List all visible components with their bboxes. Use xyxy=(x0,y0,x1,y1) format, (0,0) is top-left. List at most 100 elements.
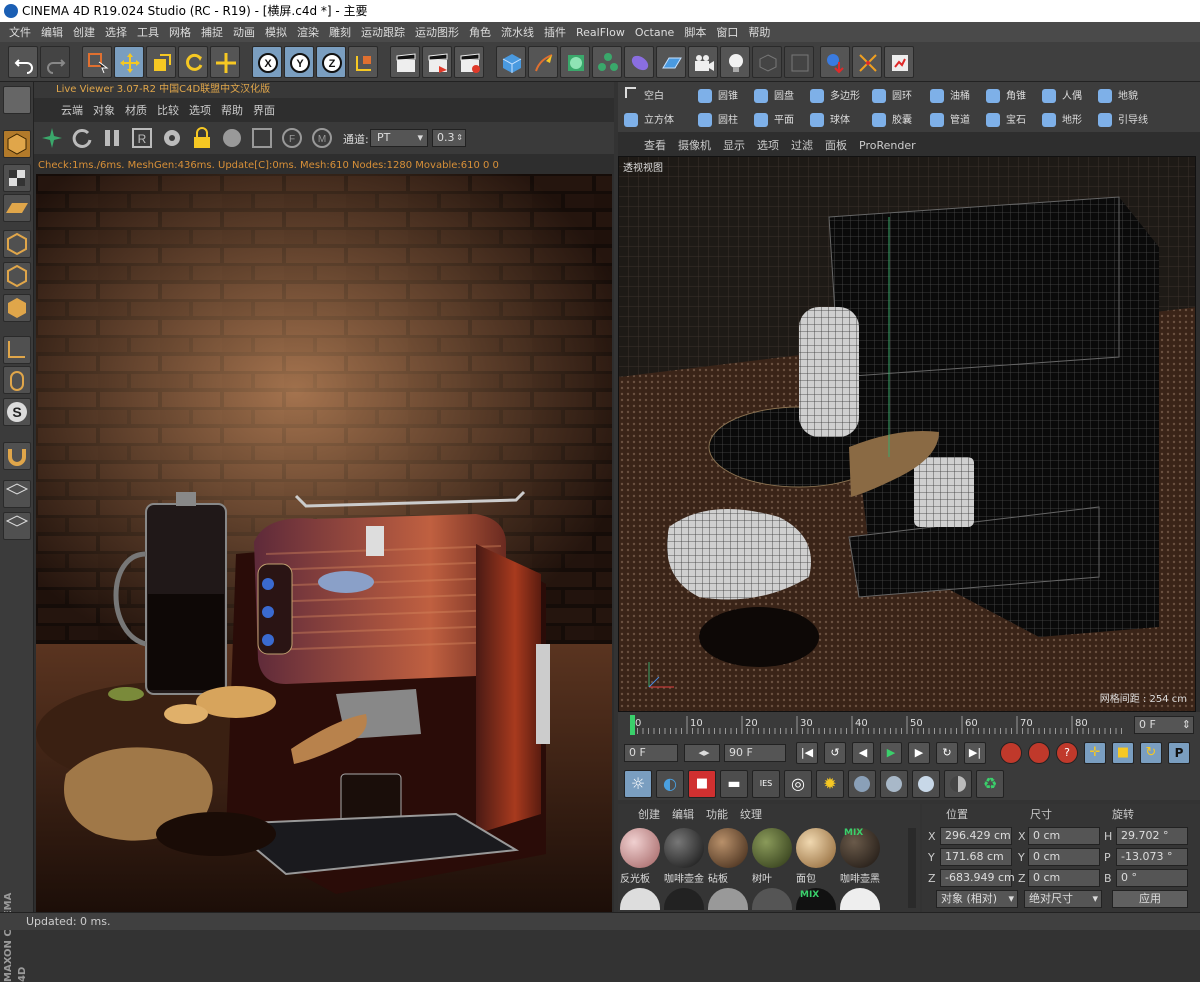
menu-script[interactable]: 脚本 xyxy=(679,24,711,40)
points-mode-button[interactable] xyxy=(3,230,31,258)
polygons-mode-button[interactable] xyxy=(3,294,31,322)
tweak-mode-button[interactable] xyxy=(3,366,31,394)
lv-menu-compare[interactable]: 比较 xyxy=(152,102,184,118)
octane-material-sphere-2[interactable] xyxy=(880,770,908,798)
render-to-picture-viewer-button[interactable] xyxy=(422,46,452,78)
grid-button[interactable] xyxy=(3,512,31,540)
menu-create[interactable]: 创建 xyxy=(68,24,100,40)
mat-menu-edit[interactable]: 编辑 xyxy=(666,806,700,822)
octane-settings-button[interactable] xyxy=(884,46,914,78)
octane-material-button[interactable] xyxy=(820,46,850,78)
menu-tools[interactable]: 工具 xyxy=(132,24,164,40)
keyframe-selection-button[interactable]: ? xyxy=(1056,742,1078,764)
menu-pipeline[interactable]: 流水线 xyxy=(496,24,539,40)
mat-menu-texture[interactable]: 纹理 xyxy=(734,806,768,822)
edges-mode-button[interactable] xyxy=(3,262,31,290)
workplane-lock-button[interactable] xyxy=(3,480,31,508)
floor-button[interactable] xyxy=(656,46,686,78)
render-settings-gear-icon[interactable] xyxy=(160,126,184,150)
material-reflector[interactable] xyxy=(620,828,660,868)
octane-logo-icon[interactable] xyxy=(40,126,64,150)
menu-select[interactable]: 选择 xyxy=(100,24,132,40)
octane-material-sphere-3[interactable] xyxy=(912,770,940,798)
menu-render[interactable]: 渲染 xyxy=(292,24,324,40)
focus-picker-icon[interactable]: F xyxy=(280,126,304,150)
environment-button[interactable] xyxy=(784,46,814,78)
timeline-ruler[interactable]: 0102030405060708090 0 F⇕ xyxy=(618,712,1200,738)
material-slot-7[interactable] xyxy=(620,888,660,910)
menu-animate[interactable]: 动画 xyxy=(228,24,260,40)
start-frame-field[interactable]: 0 F xyxy=(624,744,678,762)
octane-camera-button[interactable]: ■ xyxy=(688,770,716,798)
transform-tool-button[interactable] xyxy=(210,46,240,78)
scene-objects-button[interactable] xyxy=(752,46,782,78)
y-axis-lock-button[interactable]: Y xyxy=(284,46,314,78)
octane-hdri-button[interactable]: ◐ xyxy=(656,770,684,798)
previous-frame-button[interactable]: ◀ xyxy=(852,742,874,764)
menu-window[interactable]: 窗口 xyxy=(711,24,743,40)
pos-x-field[interactable]: 296.429 cm xyxy=(940,827,1012,845)
end-frame-field[interactable]: 90 F xyxy=(724,744,786,762)
palette-cube[interactable]: 立方体 xyxy=(624,111,674,127)
z-axis-lock-button[interactable]: Z xyxy=(316,46,346,78)
octane-area-light-button[interactable]: ▬ xyxy=(720,770,748,798)
vp-menu-panel[interactable]: 面板 xyxy=(819,137,853,153)
go-to-end-button[interactable]: ▶| xyxy=(964,742,986,764)
palette-capsule[interactable]: 胶囊 xyxy=(872,111,912,127)
palette-platonic[interactable]: 宝石 xyxy=(986,111,1026,127)
octane-scatter-button[interactable]: ♻ xyxy=(976,770,1004,798)
rot-b-field[interactable]: 0 ° xyxy=(1116,869,1188,887)
key-rotation-button[interactable]: ↻ xyxy=(1140,742,1162,764)
texture-mode-button[interactable] xyxy=(3,164,31,192)
material-leaf[interactable] xyxy=(752,828,792,868)
light-button[interactable] xyxy=(720,46,750,78)
menu-character[interactable]: 角色 xyxy=(464,24,496,40)
key-parameter-button[interactable]: P xyxy=(1168,742,1190,764)
region-render-icon[interactable]: R xyxy=(130,126,154,150)
rotate-tool-button[interactable] xyxy=(178,46,208,78)
size-y-field[interactable]: 0 cm xyxy=(1028,848,1100,866)
pen-spline-button[interactable] xyxy=(528,46,558,78)
size-x-field[interactable]: 0 cm xyxy=(1028,827,1100,845)
key-position-button[interactable]: ✛ xyxy=(1084,742,1106,764)
redo-button[interactable] xyxy=(40,46,70,78)
palette-oil-tank[interactable]: 油桶 xyxy=(930,87,970,103)
palette-disc[interactable]: 圆盘 xyxy=(754,87,794,103)
view-frame-icon[interactable] xyxy=(250,126,274,150)
vp-menu-filter[interactable]: 过滤 xyxy=(785,137,819,153)
material-preview-sphere-icon[interactable] xyxy=(220,126,244,150)
enable-axis-button[interactable] xyxy=(3,336,31,364)
rot-p-field[interactable]: -13.073 ° xyxy=(1116,848,1188,866)
go-to-start-button[interactable]: |◀ xyxy=(796,742,818,764)
palette-polygon[interactable]: 多边形 xyxy=(810,87,860,103)
frame-range-slider[interactable]: ◂▸ xyxy=(684,744,720,762)
snap-button[interactable] xyxy=(3,442,31,470)
next-frame-button[interactable]: ▶ xyxy=(908,742,930,764)
vp-menu-camera[interactable]: 摄像机 xyxy=(672,137,717,153)
mode-switch-button[interactable] xyxy=(3,86,31,114)
menu-edit[interactable]: 编辑 xyxy=(36,24,68,40)
pos-z-field[interactable]: -683.949 cm xyxy=(940,869,1015,887)
palette-cone[interactable]: 圆锥 xyxy=(698,87,738,103)
octane-ies-light-button[interactable]: IES xyxy=(752,770,780,798)
menu-file[interactable]: 文件 xyxy=(4,24,36,40)
palette-cylinder[interactable]: 圆柱 xyxy=(698,111,738,127)
model-mode-button[interactable] xyxy=(3,130,31,158)
material-coffee-pot-gold[interactable] xyxy=(664,828,704,868)
undo-button[interactable] xyxy=(8,46,38,78)
x-axis-lock-button[interactable]: X xyxy=(252,46,282,78)
camera-button[interactable] xyxy=(688,46,718,78)
playhead-marker[interactable] xyxy=(630,715,635,735)
rot-h-field[interactable]: 29.702 ° xyxy=(1116,827,1188,845)
menu-plugins[interactable]: 插件 xyxy=(539,24,571,40)
key-scale-button[interactable]: ■ xyxy=(1112,742,1134,764)
palette-landscape[interactable]: 地貌 xyxy=(1098,87,1138,103)
material-coffee-pot-black[interactable]: MIX xyxy=(840,828,880,868)
scale-tool-button[interactable] xyxy=(146,46,176,78)
vp-menu-prorender[interactable]: ProRender xyxy=(853,139,922,152)
material-slot-9[interactable] xyxy=(708,888,748,910)
lv-menu-help[interactable]: 帮助 xyxy=(216,102,248,118)
vp-menu-options[interactable]: 选项 xyxy=(751,137,785,153)
octane-tools-button[interactable] xyxy=(852,46,882,78)
octane-sun-button[interactable]: ✹ xyxy=(816,770,844,798)
